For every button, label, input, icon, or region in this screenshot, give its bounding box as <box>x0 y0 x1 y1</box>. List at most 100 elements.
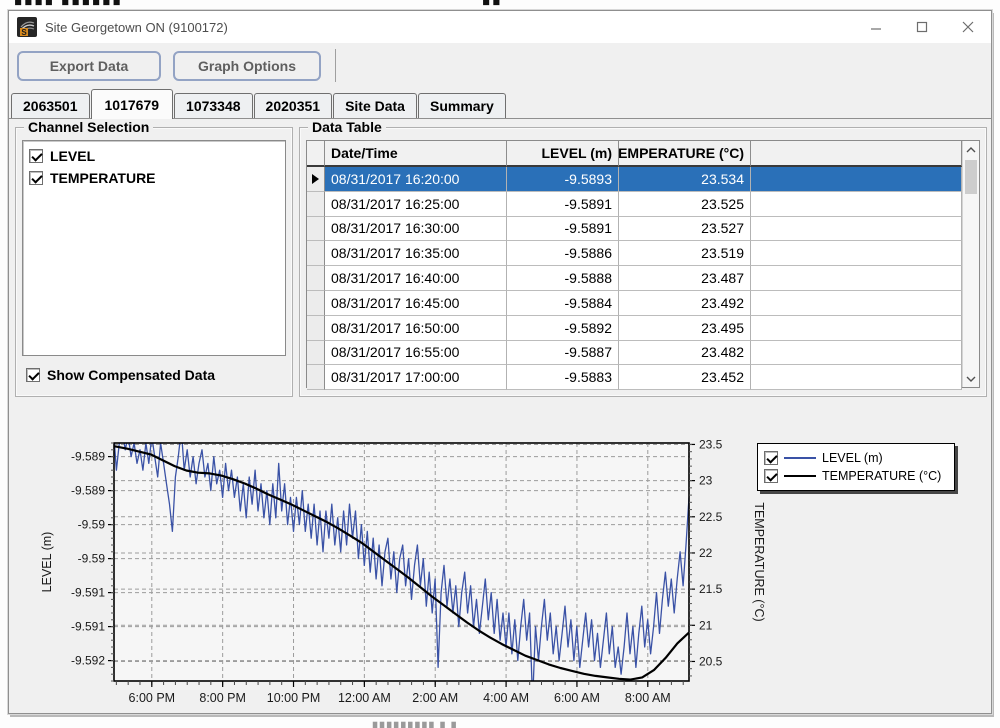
graph-options-button[interactable]: Graph Options <box>173 51 321 81</box>
row-selector-cell[interactable] <box>307 291 325 316</box>
legend-line-sample <box>784 475 816 477</box>
checkbox-icon[interactable] <box>26 368 40 382</box>
row-selector-cell[interactable] <box>307 266 325 291</box>
cell-level[interactable]: -9.5893 <box>507 167 619 192</box>
cell-level[interactable]: -9.5888 <box>507 266 619 291</box>
cell-temperature[interactable]: 23.525 <box>619 192 751 217</box>
column-header: Date/Time <box>325 141 507 167</box>
channel-label: LEVEL <box>50 148 95 164</box>
left-tick-label: -9.589 <box>71 450 105 464</box>
checkbox-icon[interactable] <box>29 149 43 163</box>
column-header: TEMPERATURE (°C) <box>619 141 751 167</box>
cell-temperature[interactable]: 23.487 <box>619 266 751 291</box>
cell-temperature[interactable]: 23.527 <box>619 217 751 242</box>
scrollbar-up-icon[interactable] <box>963 141 979 158</box>
right-tick-label: 23.5 <box>699 437 723 451</box>
cell-datetime[interactable]: 08/31/2017 16:55:00 <box>325 341 507 366</box>
cell-temperature[interactable]: 23.495 <box>619 316 751 341</box>
cell-level[interactable]: -9.5891 <box>507 217 619 242</box>
channel-checkbox-level[interactable]: LEVEL <box>27 145 281 167</box>
tab-site-data[interactable]: Site Data <box>333 93 417 119</box>
cell-temperature[interactable]: 23.519 <box>619 241 751 266</box>
background-window-text-fragment: ▮▮▮▮ ▮▮▮▮▮▮ <box>14 0 194 7</box>
legend-label: TEMPERATURE (°C) <box>822 469 941 483</box>
tab-1017679[interactable]: 1017679 <box>91 89 174 119</box>
column-header-filler <box>751 141 962 167</box>
chart-legend: LEVEL (m) TEMPERATURE (°C) <box>757 443 955 491</box>
x-tick-label: 6:00 PM <box>129 691 176 705</box>
tab-1073348[interactable]: 1073348 <box>174 93 253 119</box>
legend-line-sample <box>784 457 816 459</box>
cell-datetime[interactable]: 08/31/2017 16:35:00 <box>325 241 507 266</box>
scrollbar-thumb[interactable] <box>965 160 977 194</box>
background-window-text-fragment: ▮▮ <box>482 0 528 7</box>
cell-level[interactable]: -9.5884 <box>507 291 619 316</box>
cell-filler <box>751 316 962 341</box>
cell-datetime[interactable]: 08/31/2017 17:00:00 <box>325 365 507 390</box>
cell-filler <box>751 217 962 242</box>
data-table-group: Data Table Date/TimeLEVEL (m)TEMPERATURE… <box>299 127 987 397</box>
close-button[interactable] <box>945 11 991 43</box>
left-tick-label: -9.59 <box>78 552 106 566</box>
row-selector-cell[interactable] <box>307 365 325 390</box>
legend-item-level[interactable]: LEVEL (m) <box>764 449 948 467</box>
background-window-text-fragment: ▮▮▮▮▮▮▮▮▮ ▮ ▮ <box>372 719 592 728</box>
checkbox-icon[interactable] <box>764 469 778 483</box>
minimize-button[interactable] <box>853 11 899 43</box>
maximize-button[interactable] <box>899 11 945 43</box>
row-selector-cell[interactable] <box>307 217 325 242</box>
row-selector-cell[interactable] <box>307 167 325 192</box>
cell-filler <box>751 241 962 266</box>
show-compensated-label: Show Compensated Data <box>47 367 215 383</box>
channel-label: TEMPERATURE <box>50 170 156 186</box>
checkbox-icon[interactable] <box>764 451 778 465</box>
titlebar: S Site Georgetown ON (9100172) <box>9 11 991 43</box>
cell-datetime[interactable]: 08/31/2017 16:20:00 <box>325 167 507 192</box>
app-icon: S <box>17 17 37 37</box>
cell-datetime[interactable]: 08/31/2017 16:45:00 <box>325 291 507 316</box>
channel-listbox[interactable]: LEVEL TEMPERATURE <box>22 140 286 356</box>
cell-datetime[interactable]: 08/31/2017 16:30:00 <box>325 217 507 242</box>
cell-datetime[interactable]: 08/31/2017 16:25:00 <box>325 192 507 217</box>
column-header: LEVEL (m) <box>507 141 619 167</box>
right-tick-label: 23 <box>699 474 713 488</box>
scrollbar-down-icon[interactable] <box>963 370 979 387</box>
cell-level[interactable]: -9.5887 <box>507 341 619 366</box>
cell-level[interactable]: -9.5891 <box>507 192 619 217</box>
data-table-title: Data Table <box>308 119 386 135</box>
left-tick-label: -9.59 <box>78 518 106 532</box>
cell-level[interactable]: -9.5883 <box>507 365 619 390</box>
cell-temperature[interactable]: 23.534 <box>619 167 751 192</box>
channel-selection-group: Channel Selection LEVELTEMPERATURE Show … <box>15 127 293 397</box>
cell-filler <box>751 365 962 390</box>
x-tick-label: 2:00 AM <box>412 691 458 705</box>
app-window: S Site Georgetown ON (9100172) Export Da… <box>8 10 992 714</box>
cell-temperature[interactable]: 23.452 <box>619 365 751 390</box>
tab-2020351[interactable]: 2020351 <box>254 93 333 119</box>
legend-item-temperature[interactable]: TEMPERATURE (°C) <box>764 467 948 485</box>
row-selector-cell[interactable] <box>307 241 325 266</box>
cell-level[interactable]: -9.5886 <box>507 241 619 266</box>
left-tick-label: -9.591 <box>71 620 105 634</box>
right-tick-label: 21 <box>699 618 713 632</box>
row-selector-cell[interactable] <box>307 341 325 366</box>
tab-2063501[interactable]: 2063501 <box>11 93 90 119</box>
table-scrollbar[interactable] <box>962 141 979 387</box>
right-tick-label: 20.5 <box>699 654 723 668</box>
left-tick-label: -9.592 <box>71 654 105 668</box>
tab-summary[interactable]: Summary <box>418 93 506 119</box>
cell-temperature[interactable]: 23.482 <box>619 341 751 366</box>
x-tick-label: 6:00 AM <box>554 691 600 705</box>
cell-temperature[interactable]: 23.492 <box>619 291 751 316</box>
row-selector-cell[interactable] <box>307 316 325 341</box>
channel-checkbox-temperature[interactable]: TEMPERATURE <box>27 167 281 189</box>
checkbox-icon[interactable] <box>29 171 43 185</box>
show-compensated-checkbox[interactable]: Show Compensated Data <box>24 364 217 386</box>
svg-text:S: S <box>21 28 27 37</box>
row-selector-cell[interactable] <box>307 192 325 217</box>
cell-level[interactable]: -9.5892 <box>507 316 619 341</box>
export-data-button[interactable]: Export Data <box>17 51 161 81</box>
cell-datetime[interactable]: 08/31/2017 16:40:00 <box>325 266 507 291</box>
cell-datetime[interactable]: 08/31/2017 16:50:00 <box>325 316 507 341</box>
x-tick-label: 10:00 PM <box>267 691 321 705</box>
